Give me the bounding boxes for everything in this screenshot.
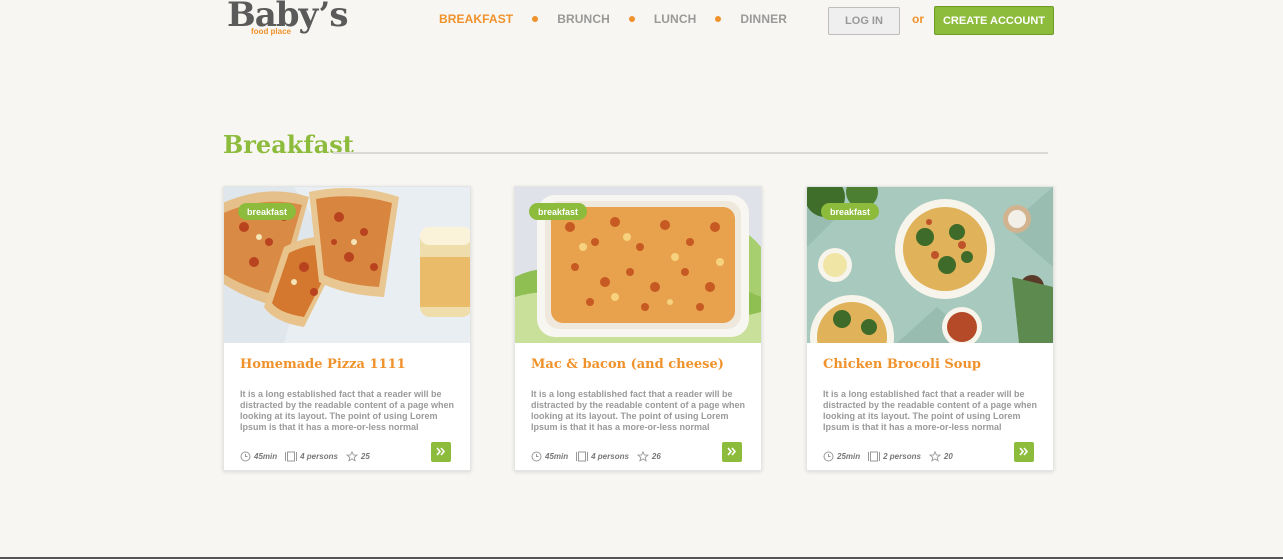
meta-persons: 4 persons: [285, 451, 338, 462]
recipe-persons: 2 persons: [883, 452, 921, 461]
recipe-description: It is a long established fact that a rea…: [240, 389, 455, 432]
or-label: or: [912, 12, 924, 26]
cutlery-icon: [576, 451, 589, 462]
nav-separator-dot: [628, 16, 635, 22]
cutlery-icon: [285, 451, 298, 462]
recipe-description: It is a long established fact that a rea…: [823, 389, 1038, 432]
recipe-title[interactable]: Homemade Pizza 1111: [240, 357, 406, 372]
login-button[interactable]: LOG IN: [828, 7, 900, 35]
recipe-image-mac-and-cheese[interactable]: breakfast: [515, 187, 761, 343]
recipe-rating: 25: [360, 452, 370, 461]
category-tag[interactable]: breakfast: [529, 203, 588, 220]
nav-separator-dot: [532, 16, 539, 22]
logo-sub-text: food place: [251, 27, 292, 36]
logo[interactable]: Baby’s food place: [227, 0, 349, 36]
meta-time: 25min: [823, 451, 860, 462]
view-recipe-button[interactable]: [1014, 442, 1034, 462]
recipe-meta: 25min 2 persons 20: [823, 451, 961, 462]
main-nav: BREAKFAST BRUNCH LUNCH DINNER: [439, 12, 787, 26]
double-chevron-right-icon: [436, 443, 446, 461]
recipe-description: It is a long established fact that a rea…: [531, 389, 746, 432]
recipe-time: 25min: [837, 452, 861, 461]
meta-persons: 4 persons: [576, 451, 629, 462]
cutlery-icon: [868, 451, 881, 462]
section-title: Breakfast: [223, 130, 354, 159]
meta-rating: 26: [636, 451, 661, 462]
recipe-time: 45min: [545, 452, 569, 461]
recipe-meta: 45min 4 persons 26: [531, 451, 669, 462]
meta-time: 45min: [240, 451, 277, 462]
recipe-rating: 26: [651, 452, 661, 461]
section-divider: [333, 152, 1048, 154]
recipe-title[interactable]: Chicken Brocoli Soup: [823, 357, 981, 372]
view-recipe-button[interactable]: [431, 442, 451, 462]
meta-rating: 20: [928, 451, 953, 462]
recipe-meta: 45min 4 persons 25: [240, 451, 378, 462]
category-tag[interactable]: breakfast: [238, 203, 297, 220]
meta-time: 45min: [531, 451, 568, 462]
clock-icon: [531, 451, 542, 462]
double-chevron-right-icon: [1019, 443, 1029, 461]
nav-item-breakfast[interactable]: BREAKFAST: [439, 12, 513, 26]
star-icon: [636, 451, 649, 462]
create-account-button[interactable]: CREATE ACCOUNT: [934, 6, 1054, 35]
nav-item-brunch[interactable]: BRUNCH: [557, 12, 610, 26]
star-icon: [345, 451, 358, 462]
nav-item-dinner[interactable]: DINNER: [740, 12, 787, 26]
star-icon: [928, 451, 941, 462]
recipe-card[interactable]: breakfast Mac & bacon (and cheese) It is…: [514, 186, 762, 471]
nav-item-lunch[interactable]: LUNCH: [654, 12, 697, 26]
recipe-title[interactable]: Mac & bacon (and cheese): [531, 357, 724, 372]
recipe-persons: 4 persons: [591, 452, 629, 461]
nav-separator-dot: [715, 16, 722, 22]
recipe-card[interactable]: breakfast Homemade Pizza 1111 It is a lo…: [223, 186, 471, 471]
clock-icon: [823, 451, 834, 462]
meta-rating: 25: [345, 451, 370, 462]
clock-icon: [240, 451, 251, 462]
view-recipe-button[interactable]: [722, 442, 742, 462]
recipe-image-soup[interactable]: breakfast: [807, 187, 1053, 343]
recipe-rating: 20: [943, 452, 953, 461]
recipe-image-pizza[interactable]: breakfast: [224, 187, 470, 343]
recipe-card[interactable]: breakfast Chicken Brocoli Soup It is a l…: [806, 186, 1054, 471]
double-chevron-right-icon: [727, 443, 737, 461]
recipe-persons: 4 persons: [300, 452, 338, 461]
recipe-time: 45min: [254, 452, 278, 461]
meta-persons: 2 persons: [868, 451, 921, 462]
category-tag[interactable]: breakfast: [821, 203, 880, 220]
